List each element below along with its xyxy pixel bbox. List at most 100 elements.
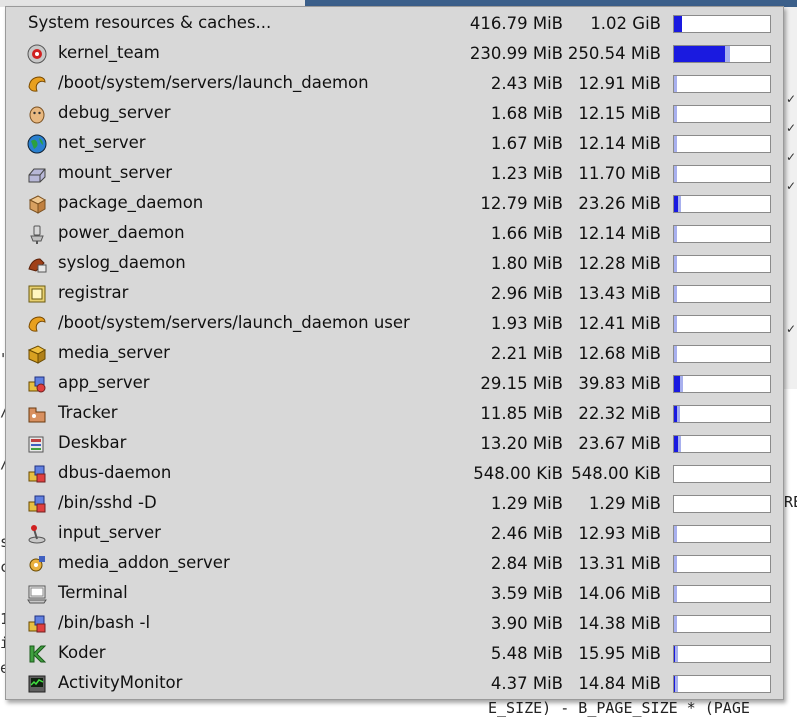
process-menu-item[interactable]: /bin/bash -l 3.90 MiB 14.38 MiB bbox=[6, 609, 783, 639]
process-menu-item[interactable]: /boot/system/servers/launch_daemon user 1… bbox=[6, 309, 783, 339]
memory-used: 3.59 MiB bbox=[490, 584, 563, 603]
background-code-fragment: E_SIZE) - B_PAGE_SIZE * (PAGE bbox=[488, 699, 750, 717]
memory-used: 230.99 MiB bbox=[469, 44, 563, 63]
memory-bar bbox=[673, 405, 771, 423]
process-menu-item[interactable]: dbus-daemon 548.00 KiB 548.00 KiB bbox=[6, 459, 783, 489]
memory-used: 2.46 MiB bbox=[490, 524, 563, 543]
memory-bar bbox=[673, 375, 771, 393]
memory-bar-cache bbox=[674, 76, 677, 92]
memory-used: 416.79 MiB bbox=[469, 14, 563, 33]
system-resources-menu-item[interactable]: System resources & caches... 416.79 MiB … bbox=[6, 9, 783, 39]
memory-total: 12.15 MiB bbox=[578, 104, 661, 123]
launch-daemon-icon bbox=[26, 73, 48, 95]
memory-bar-cache bbox=[678, 196, 681, 212]
process-name: media_addon_server bbox=[58, 553, 230, 572]
process-menu-item[interactable]: app_server 29.15 MiB 39.83 MiB bbox=[6, 369, 783, 399]
memory-bar-cache bbox=[674, 256, 677, 272]
memory-total: 23.67 MiB bbox=[578, 434, 661, 453]
checkmark-icon: ✓ bbox=[786, 179, 797, 193]
memory-bar bbox=[673, 555, 771, 573]
media-server-icon bbox=[26, 343, 48, 365]
memory-total: 22.32 MiB bbox=[578, 404, 661, 423]
memory-total: 12.28 MiB bbox=[578, 254, 661, 273]
memory-bar bbox=[673, 75, 771, 93]
memory-bar bbox=[673, 255, 771, 273]
memory-bar-cache bbox=[674, 136, 677, 152]
memory-total: 14.38 MiB bbox=[578, 614, 661, 633]
process-name: /bin/sshd -D bbox=[58, 493, 157, 512]
memory-bar bbox=[673, 465, 771, 483]
process-name: /boot/system/servers/launch_daemon bbox=[58, 73, 369, 92]
process-name: Tracker bbox=[58, 403, 118, 422]
memory-bar bbox=[673, 615, 771, 633]
process-menu-item[interactable]: media_server 2.21 MiB 12.68 MiB bbox=[6, 339, 783, 369]
memory-bar bbox=[673, 15, 771, 33]
memory-used: 1.80 MiB bbox=[490, 254, 563, 273]
checkmark-icon: ✓ bbox=[786, 92, 797, 106]
memory-total: 12.68 MiB bbox=[578, 344, 661, 363]
process-menu-item[interactable]: media_addon_server 2.84 MiB 13.31 MiB bbox=[6, 549, 783, 579]
memory-total: 14.84 MiB bbox=[578, 674, 661, 693]
process-name: media_server bbox=[58, 343, 170, 362]
process-name: /bin/bash -l bbox=[58, 613, 151, 632]
checkmark-icon: ✓ bbox=[786, 322, 797, 336]
power-plug-icon bbox=[26, 223, 48, 245]
memory-bar-used bbox=[674, 16, 682, 32]
process-menu-item[interactable]: /boot/system/servers/launch_daemon 2.43 M… bbox=[6, 69, 783, 99]
process-menu-item[interactable]: power_daemon 1.66 MiB 12.14 MiB bbox=[6, 219, 783, 249]
memory-total: 11.70 MiB bbox=[578, 164, 661, 183]
process-menu-item[interactable]: ActivityMonitor 4.37 MiB 14.84 MiB bbox=[6, 669, 783, 699]
process-name: input_server bbox=[58, 523, 161, 542]
process-name: mount_server bbox=[58, 163, 173, 182]
memory-total: 12.14 MiB bbox=[578, 224, 661, 243]
background-code-fragment: RE bbox=[784, 493, 797, 511]
memory-bar bbox=[673, 585, 771, 603]
checkmark-icon: ✓ bbox=[786, 150, 797, 164]
memory-total: 12.14 MiB bbox=[578, 134, 661, 153]
checkmark-icon: ✓ bbox=[786, 121, 797, 135]
process-menu-item[interactable]: debug_server 1.68 MiB 12.15 MiB bbox=[6, 99, 783, 129]
process-name: syslog_daemon bbox=[58, 253, 186, 272]
memory-used: 12.79 MiB bbox=[480, 194, 563, 213]
process-name: Terminal bbox=[58, 583, 128, 602]
media-addon-icon bbox=[26, 553, 48, 575]
process-menu-item[interactable]: Koder 5.48 MiB 15.95 MiB bbox=[6, 639, 783, 669]
process-menu-item[interactable]: input_server 2.46 MiB 12.93 MiB bbox=[6, 519, 783, 549]
memory-total: 12.91 MiB bbox=[578, 74, 661, 93]
memory-bar bbox=[673, 435, 771, 453]
activity-monitor-icon bbox=[26, 673, 48, 695]
process-menu-item[interactable]: Tracker 11.85 MiB 22.32 MiB bbox=[6, 399, 783, 429]
memory-total: 13.31 MiB bbox=[578, 554, 661, 573]
process-menu-item[interactable]: package_daemon 12.79 MiB 23.26 MiB bbox=[6, 189, 783, 219]
process-menu-item[interactable]: Deskbar 13.20 MiB 23.67 MiB bbox=[6, 429, 783, 459]
memory-total: 12.93 MiB bbox=[578, 524, 661, 543]
memory-bar-cache bbox=[674, 616, 677, 632]
memory-used: 29.15 MiB bbox=[480, 374, 563, 393]
process-menu-item[interactable]: Terminal 3.59 MiB 14.06 MiB bbox=[6, 579, 783, 609]
memory-bar bbox=[673, 165, 771, 183]
memory-bar bbox=[673, 135, 771, 153]
terminal-icon bbox=[26, 583, 48, 605]
app-server-icon bbox=[26, 373, 48, 395]
memory-used: 5.48 MiB bbox=[490, 644, 563, 663]
memory-bar-cache bbox=[674, 166, 677, 182]
memory-bar-cache bbox=[725, 46, 730, 62]
memory-bar-cache bbox=[674, 556, 677, 572]
process-memory-menu[interactable]: System resources & caches... 416.79 MiB … bbox=[5, 6, 784, 700]
process-menu-item[interactable]: /bin/sshd -D 1.29 MiB 1.29 MiB bbox=[6, 489, 783, 519]
process-menu-item[interactable]: registrar 2.96 MiB 13.43 MiB bbox=[6, 279, 783, 309]
memory-bar bbox=[673, 525, 771, 543]
memory-bar-cache bbox=[678, 436, 681, 452]
memory-bar-cache bbox=[674, 226, 677, 242]
memory-used: 1.23 MiB bbox=[490, 164, 563, 183]
process-menu-item[interactable]: net_server 1.67 MiB 12.14 MiB bbox=[6, 129, 783, 159]
memory-bar bbox=[673, 495, 771, 513]
memory-bar-cache bbox=[675, 646, 678, 662]
memory-used: 2.21 MiB bbox=[490, 344, 563, 363]
process-menu-item[interactable]: kernel_team 230.99 MiB 250.54 MiB bbox=[6, 39, 783, 69]
process-menu-item[interactable]: mount_server 1.23 MiB 11.70 MiB bbox=[6, 159, 783, 189]
process-menu-item[interactable]: syslog_daemon 1.80 MiB 12.28 MiB bbox=[6, 249, 783, 279]
process-name: Deskbar bbox=[58, 433, 127, 452]
memory-total: 13.43 MiB bbox=[578, 284, 661, 303]
deskbar-icon bbox=[26, 433, 48, 455]
